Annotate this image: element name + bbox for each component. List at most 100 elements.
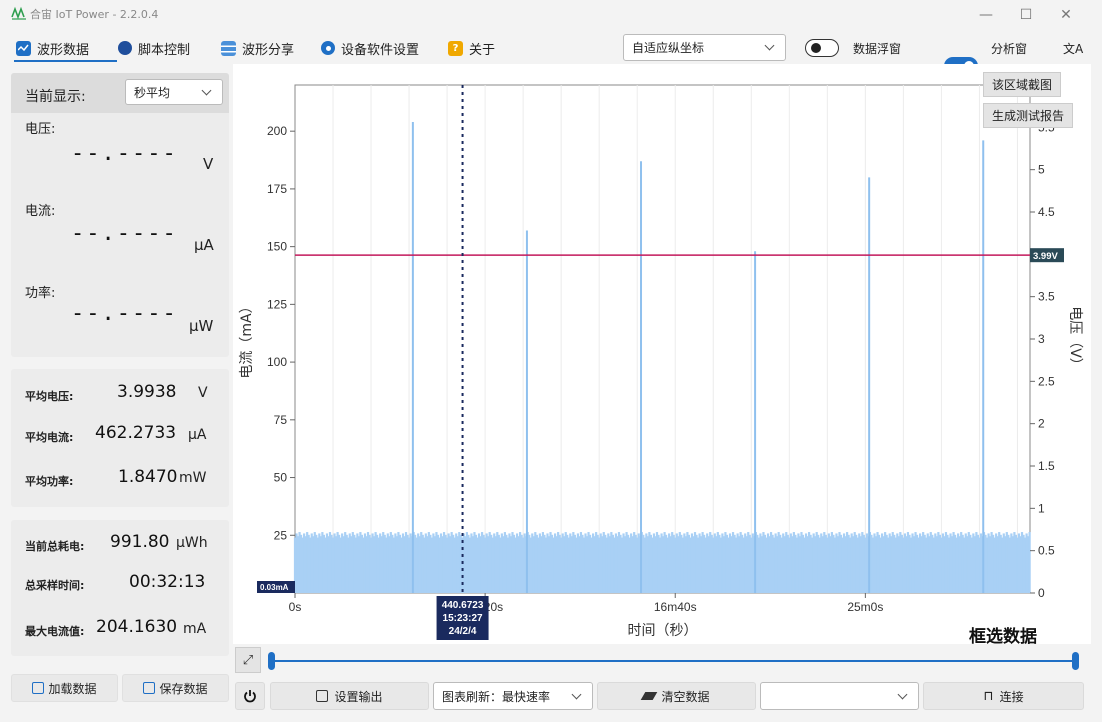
fullscreen-icon[interactable]: ⤢ [235,647,261,673]
save-data-button[interactable]: 保存数据 [122,674,229,702]
voltage-label: 电压: [25,122,56,137]
max-current-unit: mA [183,621,207,637]
gear-icon [321,41,335,55]
y2-tick-label: 2 [1038,417,1045,431]
y2-tick-label: 3 [1038,332,1045,346]
select-data-label[interactable]: 框选数据 [969,622,1037,647]
voltage-unit: V [203,155,214,173]
cursor-clock: 15:23:27 [443,613,483,624]
tab-about[interactable]: ? 关于 [448,38,495,58]
realtime-panel: 当前显示: 秒平均 电压: --.---- V 电流: --.---- μA 功… [11,73,229,357]
y2-tick-label: 1 [1038,501,1045,515]
tab-share[interactable]: 波形分享 [221,38,294,58]
current-value: --.---- [71,221,178,246]
maximize-button[interactable]: ☐ [1008,4,1044,26]
y-tick-label: 125 [267,297,287,311]
avg-current-unit: μA [188,427,207,443]
generate-report-button[interactable]: 生成测试报告 [983,103,1074,128]
port-select[interactable] [760,682,919,710]
time-value: 00:32:13 [129,572,206,592]
title-bar: 合宙 IoT Power - 2.2.0.4 — ☐ ✕ [0,0,1102,30]
plot-frame [294,84,1031,594]
max-current-value: 204.1630 [96,617,178,637]
plug-icon: ⊓ [983,688,994,704]
avg-current-label: 平均电流: [25,431,74,444]
y-tick-label: 25 [274,528,288,542]
y-tick-label: 175 [267,182,287,196]
y2-tick-label: 2.5 [1038,374,1055,388]
y-tick-label: 200 [267,124,287,138]
min-marker-text: 0.03mA [260,583,289,592]
float-window-label: 数据浮窗 [853,42,902,56]
minimize-button[interactable]: — [968,4,1004,26]
waveform-icon [16,40,31,56]
chevron-down-icon [201,85,212,95]
current-label: 电流: [25,204,56,219]
toggle-knob [811,42,821,53]
waveform-chart[interactable]: 25507510012515017520000.511.522.533.544.… [233,64,1091,644]
analysis-window-label: 分析窗 [991,42,1028,56]
tab-settings[interactable]: 设备软件设置 [321,38,419,58]
window-title: 合宙 IoT Power - 2.2.0.4 [30,8,159,21]
chevron-down-icon [764,40,775,51]
cursor-date: 24/2/4 [449,626,477,637]
x-tick-label: 16m40s [654,600,697,614]
connect-button[interactable]: ⊓ 连接 [923,682,1084,710]
y-tick-label: 50 [274,471,288,485]
eraser-icon [641,692,658,700]
display-mode-select[interactable]: 秒平均 [125,79,223,105]
time-label: 总采样时间: [25,579,85,592]
average-panel: 平均电压: 3.9938 V 平均电流: 462.2733 μA 平均功率: 1… [11,369,229,507]
display-label: 当前显示: [25,89,86,105]
power-icon [244,690,256,703]
active-tab-indicator [14,60,117,62]
tab-script[interactable]: 脚本控制 [118,38,190,58]
save-icon [143,682,156,694]
close-button[interactable]: ✕ [1048,4,1084,26]
chevron-down-icon [897,689,908,699]
axis-mode-select[interactable]: 自适应纵坐标 [623,34,786,61]
float-window-toggle[interactable] [805,39,839,57]
y2-tick-label: 0 [1038,586,1045,600]
voltage-marker-text: 3.99V [1033,251,1058,262]
max-current-label: 最大电流值: [25,625,85,638]
range-slider-left-handle[interactable] [268,652,275,670]
translate-icon[interactable]: 文A [1063,40,1083,57]
y2-tick-label: 0.5 [1038,544,1055,558]
y-tick-label: 100 [267,355,287,369]
power-label: 功率: [25,286,56,301]
app-logo-icon [11,6,26,20]
voltage-value: --.---- [71,141,178,166]
avg-power-unit: mW [179,470,207,486]
settings-output-button[interactable]: 设置输出 [270,682,429,710]
current-unit: μA [194,236,214,254]
range-slider-right-handle[interactable] [1072,652,1079,670]
power-button[interactable] [235,682,265,710]
tab-label: 设备软件设置 [341,42,420,58]
clear-data-button[interactable]: 清空数据 [597,682,756,710]
x-tick-label: 0s [289,600,302,614]
power-unit: μW [189,317,214,335]
load-icon [32,682,45,694]
tab-label: 波形分享 [242,42,295,58]
x-tick-label: 25m0s [847,600,883,614]
output-icon [316,690,329,702]
avg-power-label: 平均功率: [25,475,74,488]
script-icon [118,41,132,55]
screenshot-region-button[interactable]: 该区域截图 [983,72,1062,97]
y2-tick-label: 4.5 [1038,205,1055,219]
y2-axis-label: 电压（V） [1067,306,1083,372]
range-slider-track[interactable] [272,660,1076,662]
energy-unit: μWh [176,535,208,551]
y-tick-label: 75 [274,413,288,427]
load-data-button[interactable]: 加载数据 [11,674,118,702]
share-icon [221,40,236,56]
avg-current-value: 462.2733 [95,423,177,443]
help-icon: ? [448,40,463,56]
chart-area[interactable]: 25507510012515017520000.511.522.533.544.… [233,64,1091,644]
chevron-down-icon [571,689,582,699]
avg-voltage-value: 3.9938 [117,382,177,402]
refresh-rate-select[interactable]: 图表刷新：最快速率 [433,682,593,710]
totals-panel: 当前总耗电: 991.80 μWh 总采样时间: 00:32:13 最大电流值:… [11,520,229,656]
tab-waveform[interactable]: 波形数据 [16,38,89,58]
